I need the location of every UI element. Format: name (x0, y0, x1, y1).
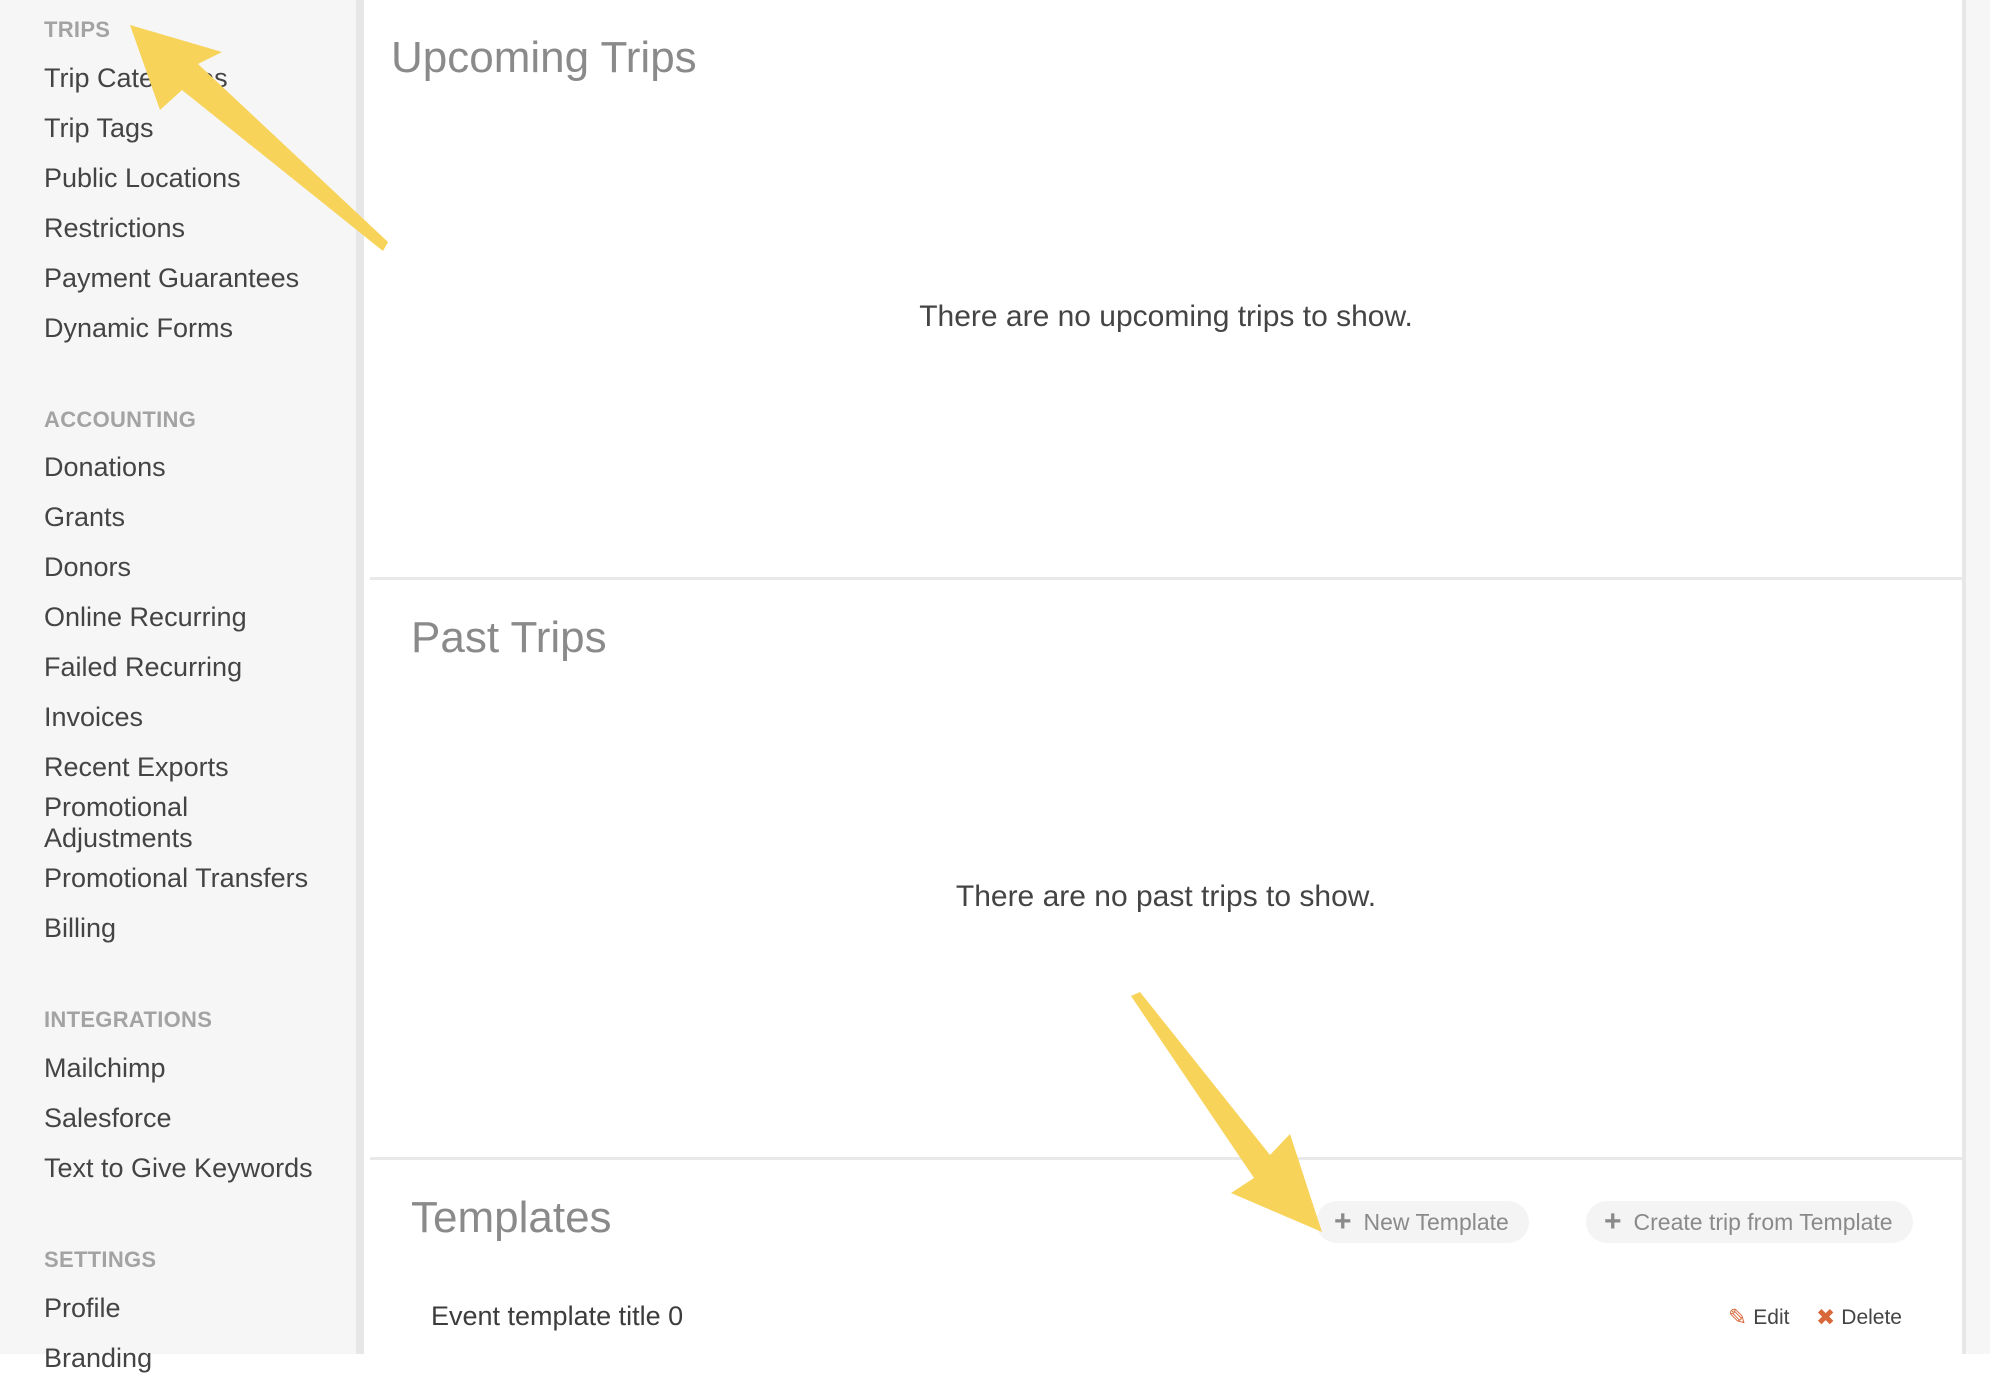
past-trips-empty-message: There are no past trips to show. (955, 880, 1377, 913)
section-heading-integrations: INTEGRATIONS (44, 1007, 213, 1032)
settings-sidebar: TRIPS Trip Categories Trip Tags Public L… (0, 0, 364, 1373)
sidebar-item-promotional-adjustments[interactable]: Promotional Adjustments (44, 792, 244, 854)
sidebar-item-donors[interactable]: Donors (44, 552, 344, 583)
sidebar-item-donations[interactable]: Donations (44, 452, 344, 483)
template-edit-label: Edit (1753, 1305, 1790, 1329)
sidebar-item-trip-categories[interactable]: Trip Categories (44, 63, 344, 94)
plus-icon: + (1604, 1205, 1622, 1238)
template-delete-label: Delete (1841, 1305, 1902, 1329)
right-gutter (1962, 0, 1990, 1354)
sidebar-item-dynamic-forms[interactable]: Dynamic Forms (44, 313, 344, 344)
sidebar-item-public-locations[interactable]: Public Locations (44, 163, 344, 194)
section-heading-accounting: ACCOUNTING (44, 407, 197, 432)
new-template-label: New Template (1363, 1208, 1509, 1235)
pencil-icon: ✎ (1728, 1304, 1748, 1330)
sidebar-item-online-recurring[interactable]: Online Recurring (44, 602, 344, 633)
section-heading-trips: TRIPS (44, 17, 111, 42)
section-heading-settings: SETTINGS (44, 1247, 157, 1272)
sidebar-item-failed-recurring[interactable]: Failed Recurring (44, 652, 344, 683)
template-delete-link[interactable]: ✖ Delete (1816, 1304, 1902, 1331)
sidebar-item-billing[interactable]: Billing (44, 913, 344, 944)
sidebar-item-recent-exports[interactable]: Recent Exports (44, 752, 344, 783)
sidebar-item-payment-guarantees[interactable]: Payment Guarantees (44, 263, 344, 294)
upcoming-trips-title: Upcoming Trips (391, 33, 697, 82)
x-icon: ✖ (1816, 1304, 1836, 1330)
create-trip-from-template-label: Create trip from Template (1633, 1208, 1893, 1235)
templates-title: Templates (411, 1193, 612, 1242)
sidebar-item-invoices[interactable]: Invoices (44, 702, 344, 733)
section-divider (370, 577, 1962, 580)
section-divider (370, 1157, 1962, 1160)
plus-icon: + (1334, 1205, 1352, 1238)
sidebar-item-text-to-give-keywords[interactable]: Text to Give Keywords (44, 1153, 344, 1184)
sidebar-item-restrictions[interactable]: Restrictions (44, 213, 344, 244)
past-trips-title: Past Trips (411, 613, 607, 662)
template-row-title[interactable]: Event template title 0 (431, 1301, 683, 1332)
create-trip-from-template-button[interactable]: + Create trip from Template (1586, 1201, 1913, 1243)
sidebar-item-mailchimp[interactable]: Mailchimp (44, 1053, 344, 1084)
template-edit-link[interactable]: ✎ Edit (1728, 1304, 1789, 1331)
sidebar-item-profile[interactable]: Profile (44, 1293, 344, 1324)
sidebar-item-trip-tags[interactable]: Trip Tags (44, 113, 344, 144)
main-content (370, 0, 1966, 1354)
sidebar-item-grants[interactable]: Grants (44, 502, 344, 533)
new-template-button[interactable]: + New Template (1316, 1201, 1529, 1243)
upcoming-trips-empty-message: There are no upcoming trips to show. (919, 300, 1413, 333)
sidebar-item-salesforce[interactable]: Salesforce (44, 1103, 344, 1134)
sidebar-item-branding[interactable]: Branding (44, 1343, 344, 1374)
sidebar-item-promotional-transfers[interactable]: Promotional Transfers (44, 863, 344, 894)
